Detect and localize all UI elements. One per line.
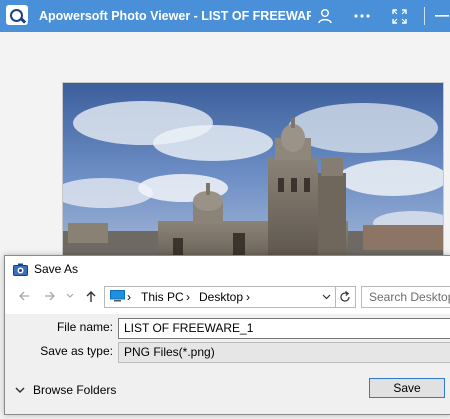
chevron-down-icon — [66, 293, 74, 298]
viewer-window-title: Apowersoft Photo Viewer - LIST OF FREEWA… — [39, 9, 311, 23]
refresh-button[interactable] — [335, 287, 355, 307]
save-as-type-select[interactable]: PNG Files(*.png) — [118, 342, 450, 363]
browse-folders-label: Browse Folders — [33, 383, 117, 397]
address-bar[interactable]: › This PC › Desktop › — [104, 286, 356, 308]
save-as-dialog: Save As › This PC › Desktop › Search Des… — [4, 255, 450, 415]
up-button[interactable] — [84, 289, 98, 303]
save-as-title: Save As — [34, 262, 79, 276]
file-fields-panel: File name: LIST OF FREEWARE_1 Save as ty… — [5, 314, 450, 369]
breadcrumb-desktop[interactable]: Desktop — [199, 290, 243, 304]
arrow-left-icon — [19, 291, 29, 301]
search-input[interactable]: Search Desktop — [361, 286, 450, 308]
back-button[interactable] — [17, 289, 31, 303]
recent-locations-button[interactable] — [65, 289, 75, 303]
account-button[interactable] — [313, 4, 337, 28]
forward-button[interactable] — [43, 289, 57, 303]
arrow-up-icon — [86, 290, 96, 302]
chevron-down-icon — [15, 386, 25, 393]
title-bar-separator — [424, 7, 425, 25]
refresh-icon — [340, 291, 350, 302]
file-name-value: LIST OF FREEWARE_1 — [124, 321, 254, 335]
arrow-right-icon — [45, 291, 55, 301]
search-placeholder: Search Desktop — [369, 290, 450, 304]
more-icon — [354, 14, 370, 18]
fullscreen-icon — [391, 8, 407, 24]
breadcrumb-separator: › — [246, 290, 250, 304]
browse-folders-toggle[interactable]: Browse Folders — [15, 381, 116, 399]
chevron-down-icon — [322, 294, 330, 300]
user-icon — [318, 9, 332, 24]
breadcrumb-separator: › — [186, 290, 190, 304]
breadcrumb-separator: › — [127, 290, 131, 304]
dialog-footer: Browse Folders Save — [5, 369, 450, 414]
minimize-icon — [435, 15, 449, 17]
computer-icon — [110, 290, 125, 302]
save-button[interactable]: Save — [369, 378, 445, 398]
save-as-type-value: PNG Files(*.png) — [124, 345, 215, 359]
viewer-title-bar: Apowersoft Photo Viewer - LIST OF FREEWA… — [0, 0, 450, 32]
breadcrumb-this-pc[interactable]: This PC — [141, 290, 184, 304]
navigation-bar: › This PC › Desktop › Search Desktop — [5, 284, 450, 310]
save-as-type-label: Save as type: — [40, 344, 113, 358]
apowersoft-app-icon — [6, 5, 28, 25]
camera-icon — [13, 263, 28, 276]
minimize-button[interactable] — [430, 4, 450, 28]
more-options-button[interactable] — [350, 4, 374, 28]
file-name-label: File name: — [56, 320, 113, 334]
fullscreen-button[interactable] — [387, 4, 411, 28]
address-dropdown-button[interactable] — [318, 288, 334, 306]
save-as-title-bar: Save As — [5, 256, 450, 282]
file-name-field[interactable]: LIST OF FREEWARE_1 — [118, 318, 450, 339]
